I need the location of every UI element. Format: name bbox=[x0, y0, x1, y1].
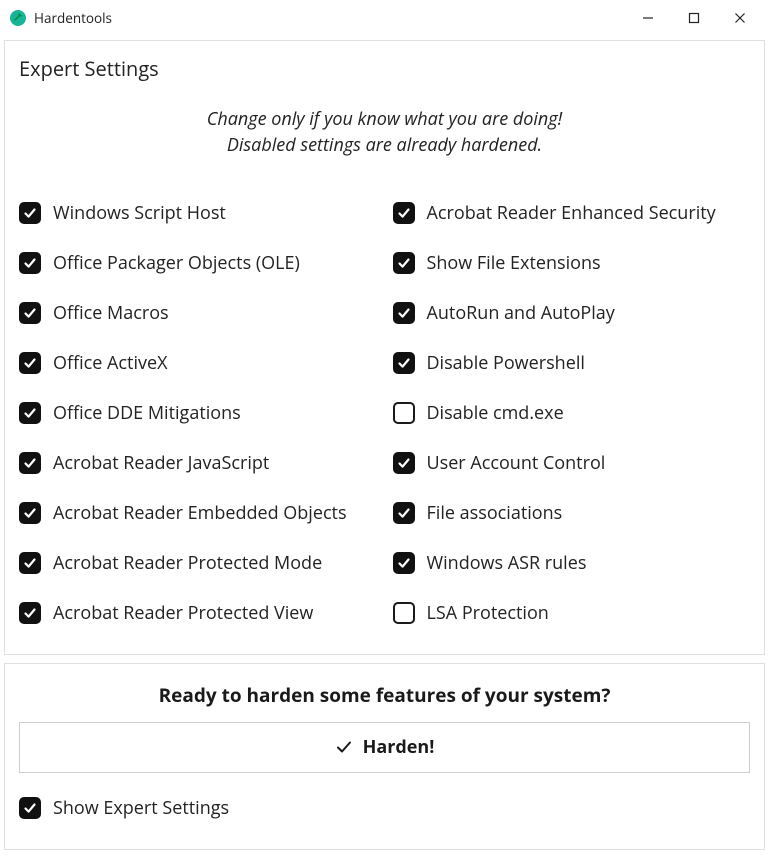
maximize-button[interactable] bbox=[671, 2, 717, 34]
setting-row[interactable]: Disable Powershell bbox=[393, 338, 751, 388]
setting-label: File associations bbox=[427, 501, 563, 525]
checkbox-icon bbox=[393, 402, 415, 424]
checkbox-icon bbox=[19, 452, 41, 474]
warning-line-1: Change only if you know what you are doi… bbox=[207, 107, 562, 131]
checkbox-icon bbox=[393, 302, 415, 324]
setting-label: Office ActiveX bbox=[53, 351, 168, 375]
settings-column-right: Acrobat Reader Enhanced Security Show Fil… bbox=[393, 188, 751, 638]
window-titlebar: Hardentools bbox=[0, 0, 769, 36]
show-expert-checkbox[interactable]: Show Expert Settings bbox=[19, 783, 750, 833]
checkbox-icon bbox=[393, 552, 415, 574]
setting-label: Windows Script Host bbox=[53, 201, 226, 225]
checkbox-icon bbox=[19, 797, 41, 819]
checkbox-icon bbox=[393, 352, 415, 374]
checkbox-icon bbox=[19, 352, 41, 374]
setting-row[interactable]: Office ActiveX bbox=[19, 338, 377, 388]
setting-label: Disable Powershell bbox=[427, 351, 585, 375]
setting-label: Office DDE Mitigations bbox=[53, 401, 241, 425]
checkbox-icon bbox=[19, 552, 41, 574]
settings-grid: Windows Script Host Office Packager Objec… bbox=[19, 188, 750, 638]
expert-settings-panel: Expert Settings Change only if you know … bbox=[4, 40, 765, 655]
close-button[interactable] bbox=[717, 2, 763, 34]
checkbox-icon bbox=[393, 502, 415, 524]
setting-label: Acrobat Reader Embedded Objects bbox=[53, 501, 347, 525]
setting-label: Acrobat Reader Protected View bbox=[53, 601, 313, 625]
app-icon bbox=[10, 10, 26, 26]
setting-row[interactable]: Office Macros bbox=[19, 288, 377, 338]
checkbox-icon bbox=[393, 452, 415, 474]
setting-label: Disable cmd.exe bbox=[427, 401, 564, 425]
setting-row[interactable]: Acrobat Reader Embedded Objects bbox=[19, 488, 377, 538]
setting-label: Office Packager Objects (OLE) bbox=[53, 251, 300, 275]
setting-label: User Account Control bbox=[427, 451, 606, 475]
checkbox-icon bbox=[19, 302, 41, 324]
minimize-icon bbox=[642, 12, 654, 24]
warning-line-2: Disabled settings are already hardened. bbox=[227, 133, 542, 157]
setting-label: Acrobat Reader JavaScript bbox=[53, 451, 269, 475]
warning-text: Change only if you know what you are doi… bbox=[19, 106, 750, 158]
checkbox-icon bbox=[19, 252, 41, 274]
checkbox-icon bbox=[19, 502, 41, 524]
setting-row[interactable]: Windows ASR rules bbox=[393, 538, 751, 588]
close-icon bbox=[734, 12, 746, 24]
checkbox-icon bbox=[19, 602, 41, 624]
page-title: Expert Settings bbox=[19, 55, 750, 82]
check-icon bbox=[335, 738, 353, 756]
checkbox-icon bbox=[393, 602, 415, 624]
minimize-button[interactable] bbox=[625, 2, 671, 34]
settings-column-left: Windows Script Host Office Packager Objec… bbox=[19, 188, 377, 638]
setting-label: Acrobat Reader Enhanced Security bbox=[427, 201, 716, 225]
harden-button[interactable]: Harden! bbox=[19, 722, 750, 773]
setting-row[interactable]: User Account Control bbox=[393, 438, 751, 488]
setting-row[interactable]: Acrobat Reader Protected Mode bbox=[19, 538, 377, 588]
setting-row[interactable]: Show File Extensions bbox=[393, 238, 751, 288]
window-title: Hardentools bbox=[34, 9, 112, 27]
checkbox-icon bbox=[393, 202, 415, 224]
setting-label: AutoRun and AutoPlay bbox=[427, 301, 615, 325]
checkbox-icon bbox=[19, 202, 41, 224]
setting-row[interactable]: Acrobat Reader JavaScript bbox=[19, 438, 377, 488]
setting-row[interactable]: Windows Script Host bbox=[19, 188, 377, 238]
window-controls bbox=[625, 2, 763, 34]
setting-row[interactable]: Office DDE Mitigations bbox=[19, 388, 377, 438]
setting-row[interactable]: Office Packager Objects (OLE) bbox=[19, 238, 377, 288]
setting-label: Acrobat Reader Protected Mode bbox=[53, 551, 322, 575]
setting-row[interactable]: AutoRun and AutoPlay bbox=[393, 288, 751, 338]
harden-button-label: Harden! bbox=[363, 735, 435, 759]
checkbox-icon bbox=[19, 402, 41, 424]
action-panel: Ready to harden some features of your sy… bbox=[4, 663, 765, 850]
maximize-icon bbox=[688, 12, 700, 24]
setting-label: Windows ASR rules bbox=[427, 551, 587, 575]
setting-row[interactable]: Acrobat Reader Enhanced Security bbox=[393, 188, 751, 238]
setting-label: Office Macros bbox=[53, 301, 169, 325]
action-heading: Ready to harden some features of your sy… bbox=[19, 682, 750, 708]
checkbox-icon bbox=[393, 252, 415, 274]
setting-label: LSA Protection bbox=[427, 601, 549, 625]
setting-row[interactable]: File associations bbox=[393, 488, 751, 538]
setting-row[interactable]: Disable cmd.exe bbox=[393, 388, 751, 438]
setting-row[interactable]: LSA Protection bbox=[393, 588, 751, 638]
setting-row[interactable]: Acrobat Reader Protected View bbox=[19, 588, 377, 638]
setting-label: Show File Extensions bbox=[427, 251, 601, 275]
